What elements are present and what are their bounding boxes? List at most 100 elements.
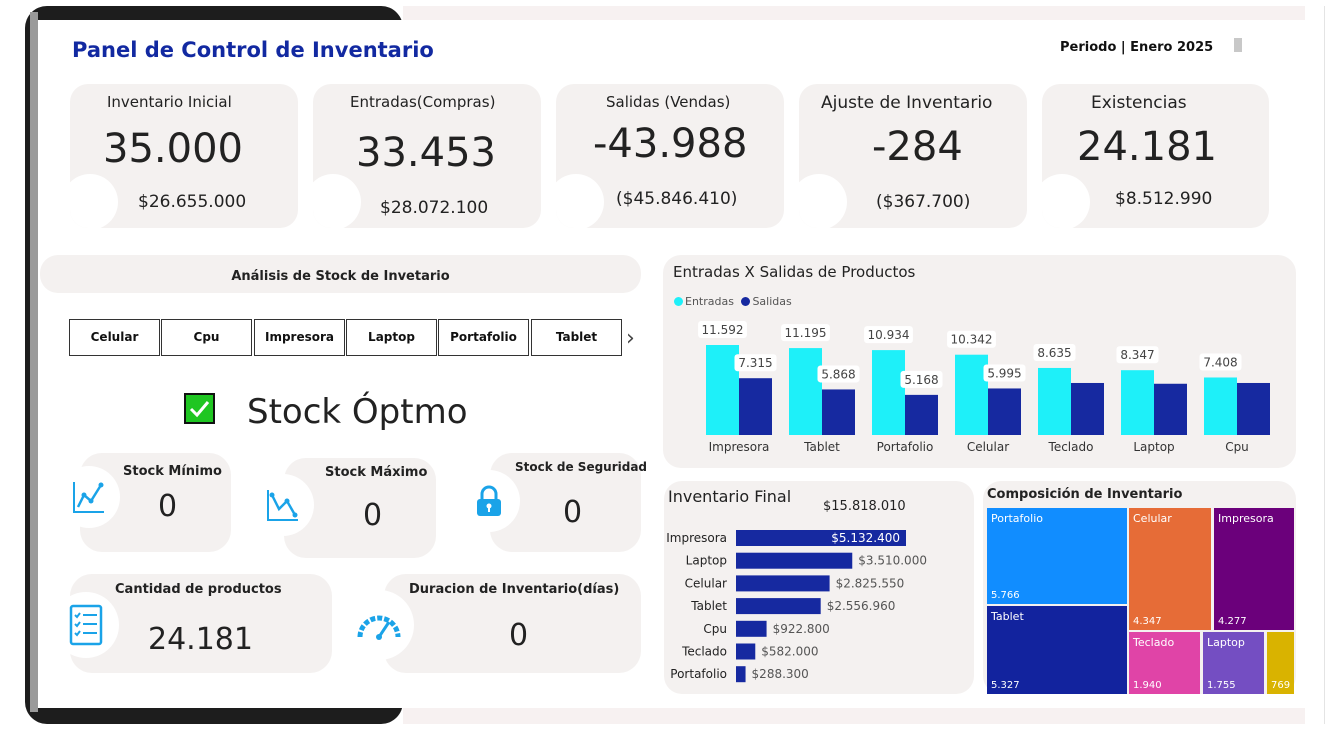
- treemap-tile[interactable]: Laptop 1.755: [1203, 632, 1264, 694]
- x-tick-label: Cpu: [1225, 440, 1249, 454]
- tab-tablet[interactable]: Tablet: [531, 319, 622, 356]
- entradas-salidas-chart: 11.592 7.315 Impresora 11.195 5.868 Tablet 10.…: [698, 321, 1270, 454]
- x-tick-label: Teclado: [1048, 440, 1094, 454]
- legend-label-salidas: Salidas: [752, 295, 792, 308]
- composicion-title: Composición de Inventario: [987, 487, 1183, 502]
- kpi-label: Salidas (Vendas): [606, 93, 731, 111]
- y-tick-label: Celular: [685, 576, 727, 590]
- kpi-amount: $28.072.100: [380, 198, 489, 218]
- treemap-tile-name: Celular: [1133, 512, 1172, 525]
- legend-dot-entradas: [674, 297, 683, 306]
- chart-title: Entradas X Salidas de Productos: [673, 263, 916, 281]
- kpi-card-notch: [1042, 174, 1090, 228]
- treemap-tile[interactable]: Teclado 1.940: [1129, 632, 1200, 694]
- bar-salidas: [1237, 382, 1270, 435]
- data-label-entradas: 8.347: [1120, 348, 1154, 362]
- y-tick-label: Portafolio: [670, 667, 727, 681]
- bar-entradas: [1121, 370, 1154, 435]
- cantidad-productos-value: 24.181: [148, 622, 253, 657]
- bar-inventario: [736, 552, 853, 569]
- kpi-card-notch: [313, 174, 361, 228]
- stock-maximo-value: 0: [363, 498, 383, 533]
- bar-salidas: [988, 388, 1021, 435]
- data-label-salidas: 5.168: [904, 373, 938, 387]
- period-scroll-handle[interactable]: [1234, 38, 1242, 52]
- kpi-value: -284: [872, 124, 963, 170]
- kpi-card-existencias: Existencias 24.181 $8.512.990: [1042, 84, 1269, 228]
- bar-entradas: [789, 348, 822, 435]
- stock-status-label: Stock Óptmo: [247, 392, 468, 432]
- legend-label-entradas: Entradas: [685, 295, 734, 308]
- bar-entradas: [1204, 377, 1237, 435]
- bar-entradas: [1038, 367, 1071, 435]
- kpi-amount: ($45.846.410): [616, 189, 738, 209]
- kpi-card-notch: [70, 174, 118, 228]
- page-title: Panel de Control de Inventario: [72, 38, 434, 62]
- treemap-tile-value: 5.327: [991, 680, 1020, 691]
- data-label-salidas: 5.995: [987, 366, 1021, 380]
- bar-salidas: [739, 378, 772, 435]
- data-label: $5.132.400: [831, 531, 900, 545]
- kpi-card-ajuste: Ajuste de Inventario -284 ($367.700): [799, 84, 1027, 228]
- kpi-label: Inventario Inicial: [107, 93, 232, 111]
- y-tick-label: Tablet: [690, 599, 727, 613]
- window-frame-edge: [30, 12, 38, 712]
- data-label-entradas: 11.592: [702, 323, 744, 337]
- tab-impresora[interactable]: Impresora: [254, 319, 345, 356]
- bar-salidas: [1071, 382, 1104, 435]
- treemap-tile-value: 5.766: [991, 590, 1020, 601]
- treemap-tile-value: 1.940: [1133, 680, 1162, 691]
- treemap-tile-name: Teclado: [1133, 636, 1175, 649]
- checklist-icon: [53, 592, 119, 658]
- x-tick-label: Celular: [967, 440, 1009, 454]
- duracion-inventario-label: Duracion de Inventario(días): [409, 582, 620, 597]
- duracion-inventario-card: Duracion de Inventario(días) 0: [384, 574, 641, 673]
- legend-dot-salidas: [741, 297, 751, 306]
- kpi-amount: ($367.700): [876, 192, 971, 212]
- bar-inventario: [736, 598, 821, 615]
- line-chart-icon: [252, 474, 314, 536]
- stock-seguridad-value: 0: [563, 495, 583, 530]
- data-label-entradas: 8.635: [1037, 346, 1071, 360]
- treemap-tile[interactable]: 769: [1267, 632, 1294, 694]
- tab-celular[interactable]: Celular: [69, 319, 160, 356]
- composicion-treemap: Portafolio 5.766 Tablet 5.327 Celular 4.347 Im…: [987, 508, 1296, 694]
- bar-inventario: [736, 643, 756, 660]
- data-label-entradas: 7.408: [1203, 355, 1237, 369]
- chart-legend: Entradas Salidas: [674, 295, 792, 308]
- kpi-value: 33.453: [356, 130, 496, 176]
- kpi-label: Existencias: [1091, 93, 1187, 113]
- treemap-tile-name: Portafolio: [991, 512, 1043, 525]
- treemap-tile[interactable]: Celular 4.347: [1129, 508, 1211, 630]
- stock-analysis-title: Análisis de Stock de Invetario: [231, 269, 450, 284]
- right-border: [1324, 6, 1325, 724]
- y-tick-label: Laptop: [686, 554, 727, 568]
- x-tick-label: Laptop: [1133, 440, 1174, 454]
- chevron-right-icon[interactable]: ›: [626, 326, 635, 351]
- kpi-value: -43.988: [593, 121, 748, 167]
- gauge-icon: [344, 590, 414, 660]
- stock-maximo-label: Stock Máximo: [325, 465, 428, 480]
- treemap-tile[interactable]: Impresora 4.277: [1214, 508, 1294, 630]
- period-label: Periodo | Enero 2025: [1060, 40, 1214, 55]
- treemap-tile-name: Laptop: [1207, 636, 1245, 649]
- data-label: $2.556.960: [827, 599, 896, 613]
- kpi-amount: $8.512.990: [1115, 189, 1213, 209]
- tab-laptop[interactable]: Laptop: [346, 319, 437, 356]
- treemap-tile[interactable]: Portafolio 5.766: [987, 508, 1127, 604]
- kpi-card-salidas: Salidas (Vendas) -43.988 ($45.846.410): [556, 84, 784, 228]
- bottom-strip: [403, 708, 1305, 724]
- data-label: $288.300: [752, 667, 809, 681]
- kpi-label: Ajuste de Inventario: [821, 93, 993, 113]
- tab-portafolio[interactable]: Portafolio: [438, 319, 529, 356]
- x-tick-label: Impresora: [709, 440, 770, 454]
- kpi-value: 24.181: [1077, 124, 1217, 170]
- data-label-entradas: 10.934: [868, 328, 910, 342]
- kpi-card-inventario-inicial: Inventario Inicial 35.000 $26.655.000: [70, 84, 298, 228]
- treemap-tile[interactable]: Tablet 5.327: [987, 606, 1127, 694]
- kpi-label: Entradas(Compras): [350, 93, 496, 111]
- stock-minimo-label: Stock Mínimo: [123, 464, 222, 479]
- tab-cpu[interactable]: Cpu: [161, 319, 252, 356]
- bar-salidas: [822, 389, 855, 435]
- stock-analysis-header: Análisis de Stock de Invetario: [40, 255, 641, 293]
